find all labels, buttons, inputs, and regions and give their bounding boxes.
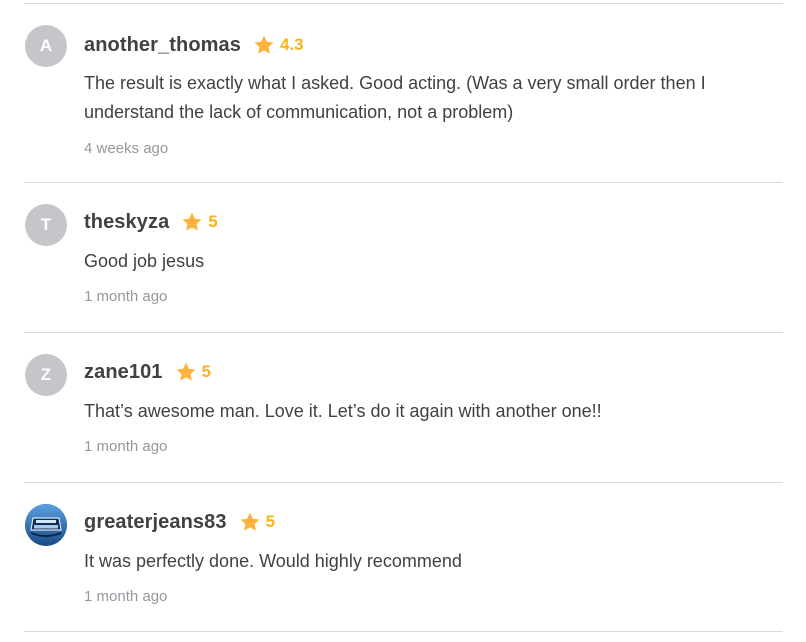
rating-value: 5 — [201, 362, 212, 381]
star-icon — [182, 212, 202, 231]
rating: 5 — [181, 211, 218, 233]
review-text: Good job jesus — [84, 251, 205, 271]
review-header: zane101 5 — [84, 359, 211, 385]
review-item: Z zane101 5 That’s awesome man. Love it.… — [24, 333, 783, 482]
avatar[interactable]: A — [25, 25, 67, 67]
reviewer-username[interactable]: greaterjeans83 — [84, 511, 227, 534]
review-text: The result is exactly what I asked. Good… — [84, 73, 706, 122]
review-header: another_thomas 4.3 — [84, 32, 304, 58]
rating-value: 5 — [265, 512, 276, 531]
star-icon — [240, 512, 260, 531]
star-icon — [176, 362, 195, 381]
review-header: greaterjeans83 5 — [84, 509, 275, 535]
review-item: A another_thomas 4.3 The result is exact… — [24, 4, 783, 182]
avatar[interactable]: T — [25, 204, 67, 246]
divider — [24, 631, 783, 632]
rating: 4.3 — [253, 34, 304, 56]
avatar[interactable] — [25, 504, 67, 546]
review-text: That’s awesome man. Love it. Let’s do it… — [84, 401, 602, 421]
rating-value: 5 — [208, 212, 218, 231]
rating-value: 4.3 — [280, 35, 304, 54]
review-time: 1 month ago — [84, 288, 168, 305]
avatar[interactable]: Z — [25, 354, 67, 396]
review-item: T theskyza 5 Good job jesus 1 month ago — [24, 183, 783, 332]
reviewer-username[interactable]: another_thomas — [84, 34, 241, 57]
review-text: It was perfectly done. Would highly reco… — [84, 551, 462, 571]
review-header: theskyza 5 — [84, 209, 218, 235]
review-time: 1 month ago — [84, 588, 168, 605]
brand-logo-icon — [25, 504, 67, 546]
star-icon — [254, 35, 274, 54]
reviewer-username[interactable]: zane101 — [84, 361, 163, 384]
review-time: 1 month ago — [84, 438, 168, 455]
reviews-list: A another_thomas 4.3 The result is exact… — [24, 0, 783, 632]
rating: 5 — [175, 361, 211, 383]
rating: 5 — [239, 511, 275, 533]
review-time: 4 weeks ago — [84, 140, 169, 157]
reviewer-username[interactable]: theskyza — [84, 211, 169, 234]
review-item: greaterjeans83 5 It was perfectly done. … — [24, 483, 783, 631]
